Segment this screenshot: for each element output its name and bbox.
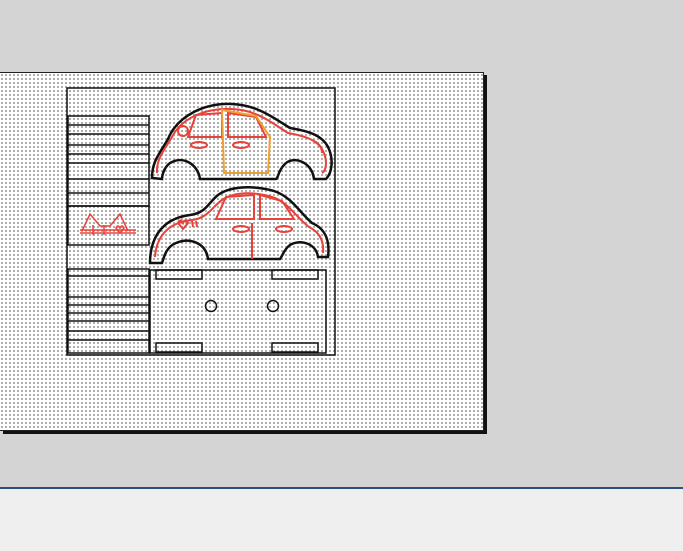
design-workspace — [0, 0, 683, 487]
car-side-panel-top[interactable] — [150, 102, 333, 181]
car-bottom-engraving — [154, 192, 325, 259]
mount-hole-right — [266, 299, 280, 313]
cat-ears-engraving — [80, 212, 136, 235]
cat-ears-strip[interactable] — [67, 205, 150, 246]
design-canvas[interactable] — [0, 72, 484, 431]
bottom-status-panel — [0, 487, 683, 551]
slat-stack-lower[interactable] — [67, 268, 150, 354]
car-base-plate[interactable] — [149, 269, 327, 354]
mount-hole-left — [204, 299, 218, 313]
design-artwork — [66, 87, 336, 356]
car-side-panel-bottom[interactable] — [148, 186, 330, 265]
slat-stack-upper[interactable] — [67, 115, 150, 207]
